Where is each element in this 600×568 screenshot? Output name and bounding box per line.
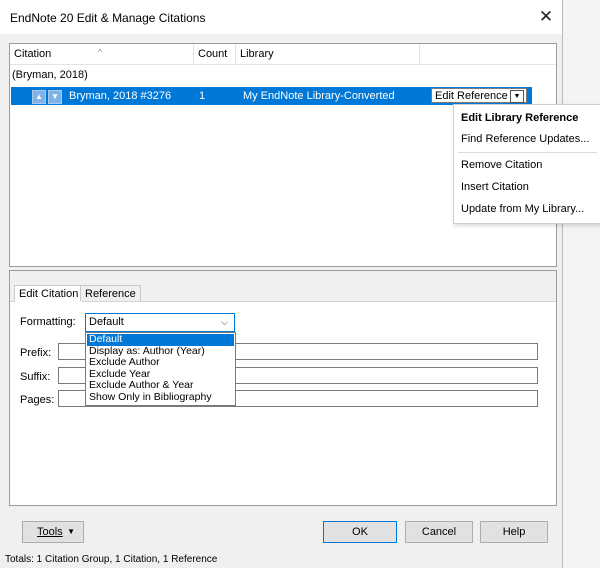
formatting-select[interactable]: Default ⌵ [85, 313, 235, 332]
tab-reference[interactable]: Reference [80, 285, 141, 301]
menu-item-remove-citation[interactable]: Remove Citation [461, 156, 542, 174]
tab-edit-citation[interactable]: Edit Citation [14, 285, 84, 302]
column-count[interactable]: Count [194, 44, 236, 64]
move-up-icon[interactable]: ▲ [32, 90, 46, 104]
list-header: Citation ^ Count Library [10, 44, 556, 65]
pages-label: Pages: [20, 394, 55, 406]
count-cell: 1 [199, 90, 206, 102]
citation-cell: Bryman, 2018 #3276 [69, 90, 172, 102]
citation-editor-panel: Edit Citation Reference Formatting: Defa… [9, 270, 557, 506]
menu-item-find-reference-updates[interactable]: Find Reference Updates... [461, 130, 589, 148]
manage-citations-dialog: EndNote 20 Edit & Manage Citations ✕ Cit… [0, 0, 563, 568]
formatting-label: Formatting: [20, 316, 76, 328]
chevron-down-icon: ⌵ [221, 317, 228, 327]
menu-separator [458, 152, 597, 153]
status-bar-text: Totals: 1 Citation Group, 1 Citation, 1 … [5, 554, 218, 565]
column-citation[interactable]: Citation ^ [10, 44, 194, 64]
dropdown-arrow-icon[interactable]: ▼ [510, 90, 524, 103]
title-bar: EndNote 20 Edit & Manage Citations ✕ [0, 0, 562, 34]
column-label: Library [240, 48, 274, 60]
tab-bar: Edit Citation Reference [10, 271, 556, 302]
library-cell: My EndNote Library-Converted [243, 90, 395, 102]
column-label: Citation [14, 48, 52, 60]
dropdown-option[interactable]: Show Only in Bibliography [87, 391, 234, 404]
column-label: Count [198, 48, 228, 60]
close-icon[interactable]: ✕ [535, 6, 557, 28]
ok-button[interactable]: OK [323, 521, 397, 543]
formatting-dropdown-list: Default Display as: Author (Year) Exclud… [85, 332, 236, 406]
dropdown-option[interactable]: Exclude Author [87, 356, 234, 369]
edit-reference-label: Edit Reference [435, 90, 508, 102]
citation-group-label[interactable]: (Bryman, 2018) [12, 68, 88, 82]
background-area [563, 0, 600, 568]
column-library[interactable]: Library [236, 44, 420, 64]
tools-button[interactable]: Tools ▼ [22, 521, 84, 543]
sort-arrow-icon: ^ [98, 47, 103, 57]
table-row[interactable]: ▲ ▼ Bryman, 2018 #3276 1 My EndNote Libr… [11, 87, 532, 105]
help-button[interactable]: Help [480, 521, 548, 543]
suffix-label: Suffix: [20, 371, 51, 383]
window-title: EndNote 20 Edit & Manage Citations [10, 11, 206, 25]
tools-label: Tools [37, 526, 63, 538]
menu-item-update-from-library[interactable]: Update from My Library... [461, 200, 584, 218]
column-action [420, 44, 556, 64]
move-down-icon[interactable]: ▼ [48, 90, 62, 104]
cancel-button[interactable]: Cancel [405, 521, 473, 543]
dropdown-option[interactable]: Exclude Author & Year [87, 379, 234, 392]
menu-item-insert-citation[interactable]: Insert Citation [461, 178, 529, 196]
formatting-value: Default [89, 316, 124, 328]
dropdown-option[interactable]: Default [87, 333, 234, 346]
edit-reference-button[interactable]: Edit Reference ▼ [431, 88, 527, 103]
context-menu: Edit Library Reference Find Reference Up… [453, 104, 600, 224]
prefix-label: Prefix: [20, 347, 52, 359]
menu-item-edit-library-reference[interactable]: Edit Library Reference [461, 109, 578, 127]
dropdown-arrow-icon: ▼ [67, 527, 75, 536]
